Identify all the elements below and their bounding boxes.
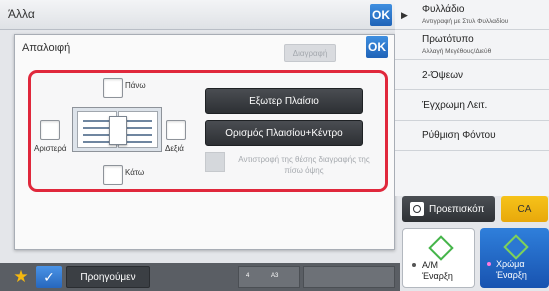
original-title: Πρωτότυπο <box>422 34 474 45</box>
booklet-item[interactable]: Φυλλάδιο Αντιγραφή με Στυλ Φυλλαδίου <box>395 0 549 30</box>
frame-center-button[interactable]: Ορισμός Πλαισίου+Κέντρο <box>205 120 363 146</box>
bottom-checkbox[interactable] <box>103 165 123 185</box>
color-start-line1: Χρώμα <box>496 259 525 269</box>
outer-frame-button[interactable]: Εξωτερ Πλαίσιο <box>205 88 363 114</box>
original-item[interactable]: Πρωτότυπο Αλλαγή Μεγέθους/Διεύθ <box>395 30 549 60</box>
background-adjust-item[interactable]: Ρύθμιση Φόντου <box>395 121 549 151</box>
erase-button[interactable]: Διαγραφή <box>284 44 336 62</box>
right-checkbox-label: Δεξιά <box>165 144 184 153</box>
bw-start-line1: A/M <box>422 260 439 270</box>
color-mode-item[interactable]: Έγχρωμη Λειτ. <box>395 90 549 121</box>
bw-indicator-dot <box>412 263 416 267</box>
tray-number: 4 <box>246 273 250 279</box>
booklet-subtitle: Αντιγραφή με Στυλ Φυλλαδίου <box>422 18 509 25</box>
favorite-star-icon[interactable]: ★ <box>10 266 32 288</box>
duplex-title: 2-Όψεων <box>422 70 464 81</box>
bw-start-button[interactable]: A/M Έναρξη <box>402 228 475 288</box>
right-checkbox[interactable] <box>166 120 186 140</box>
checkmark-icon[interactable]: ✓ <box>36 266 62 288</box>
page-layout-diagram <box>72 107 162 152</box>
right-panel-empty-slot <box>395 151 549 196</box>
duplex-item[interactable]: 2-Όψεων <box>395 60 549 90</box>
preview-button-label: Προεπισκόπ <box>429 203 485 215</box>
preview-icon <box>410 202 424 216</box>
dialog-ok-button[interactable]: OK <box>366 36 388 58</box>
background-adjust-title: Ρύθμιση Φόντου <box>422 130 496 141</box>
original-subtitle: Αλλαγή Μεγέθους/Διεύθ <box>422 48 492 55</box>
start-diamond-icon <box>428 235 454 261</box>
color-start-button[interactable]: Χρώμα Έναρξη <box>480 228 549 288</box>
left-checkbox-label: Αριστερά <box>34 144 67 153</box>
start-diamond-icon <box>503 234 529 260</box>
play-arrow-icon: ▶ <box>401 10 408 20</box>
back-button[interactable]: Προηγούμεν <box>66 266 150 288</box>
tray-paper-size: A3 <box>271 273 279 279</box>
dialog-title: Απαλοιφή <box>22 42 71 54</box>
clear-all-button[interactable]: CA <box>501 196 548 222</box>
bw-start-line2: Έναρξη <box>422 271 453 281</box>
top-bar-label: Άλλα <box>8 7 35 21</box>
reverse-erase-label: Αντιστροφή της θέσης διαγραφής της πίσω … <box>238 155 370 175</box>
top-ok-button[interactable]: OK <box>370 4 392 26</box>
top-checkbox-label: Πάνω <box>125 81 146 90</box>
top-bar <box>0 0 395 30</box>
status-panel <box>303 266 395 288</box>
color-start-line2: Έναρξη <box>496 270 527 280</box>
top-checkbox[interactable] <box>103 78 123 98</box>
color-indicator-dot <box>487 262 491 266</box>
booklet-title: Φυλλάδιο <box>422 4 465 15</box>
center-erase-checkbox[interactable] <box>109 116 127 145</box>
preview-button[interactable]: Προεπισκόπ <box>402 196 495 222</box>
left-checkbox[interactable] <box>40 120 60 140</box>
reverse-erase-checkbox[interactable] <box>205 152 225 172</box>
bottom-checkbox-label: Κάτω <box>125 168 145 177</box>
color-mode-title: Έγχρωμη Λειτ. <box>422 100 488 111</box>
